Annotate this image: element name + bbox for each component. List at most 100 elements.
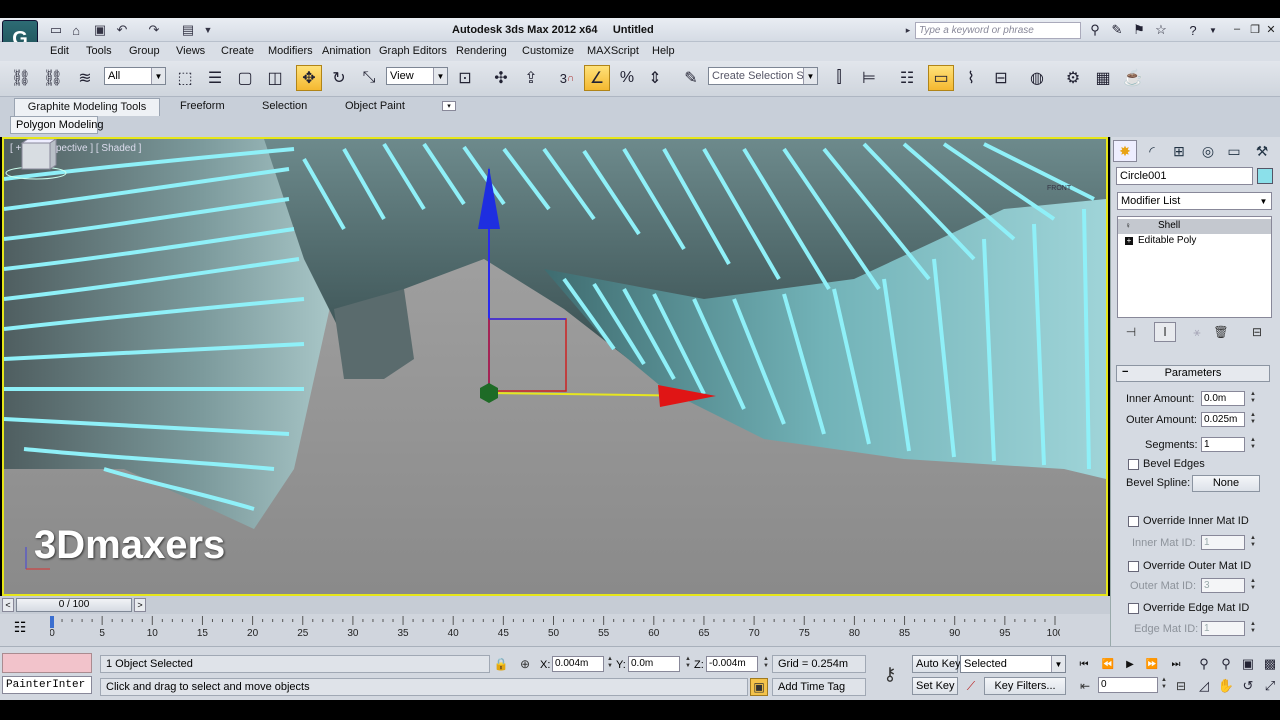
binoculars-icon[interactable]: ⚲ bbox=[1086, 21, 1104, 39]
key-mode-dropdown[interactable]: Selected ▼ bbox=[960, 655, 1066, 673]
add-time-tag-button[interactable]: Add Time Tag bbox=[772, 678, 866, 696]
lock-selection-icon[interactable]: 🔒 bbox=[492, 655, 510, 673]
render-setup-icon[interactable]: ⚙ bbox=[1060, 65, 1086, 91]
ribbon-options-icon[interactable]: ▾ bbox=[442, 101, 456, 111]
percent-snap-icon[interactable]: % bbox=[614, 65, 640, 91]
curve-editor-icon[interactable]: ⌇ bbox=[958, 65, 984, 91]
favorites-icon[interactable]: ⚑ bbox=[1130, 21, 1148, 39]
selection-filter-dropdown[interactable]: All ▼ bbox=[104, 67, 166, 85]
orbit-icon[interactable]: ↺ bbox=[1238, 676, 1258, 696]
maximize-viewport-icon[interactable]: ⤢ bbox=[1260, 676, 1280, 696]
rectangular-selection-icon[interactable]: ▢ bbox=[232, 65, 258, 91]
make-unique-icon[interactable]: ⚹ bbox=[1186, 322, 1208, 342]
ribbon-panel-polygon-modeling[interactable]: Polygon Modeling bbox=[10, 116, 103, 134]
infocenter-search-input[interactable]: Type a keyword or phrase bbox=[915, 22, 1081, 39]
rendered-frame-window-icon[interactable]: ▦ bbox=[1090, 65, 1116, 91]
object-color-swatch[interactable] bbox=[1257, 168, 1273, 184]
select-and-move-icon[interactable]: ✥ bbox=[296, 65, 322, 91]
x-coordinate-field[interactable]: 0.004m bbox=[552, 656, 604, 672]
quick-access-dropdown-icon[interactable]: ▼ bbox=[200, 22, 216, 38]
override-outer-mat-id-checkbox[interactable] bbox=[1128, 561, 1139, 572]
search-expand-icon[interactable]: ▸ bbox=[900, 22, 916, 38]
select-object-icon[interactable]: ⬚ bbox=[172, 65, 198, 91]
motion-tab-icon[interactable]: ◎ bbox=[1196, 140, 1220, 162]
time-tag-icon[interactable]: ▣ bbox=[750, 678, 768, 696]
spinner-arrows-icon[interactable]: ▲ ▼ bbox=[1249, 391, 1257, 406]
perspective-viewport[interactable]: [ + ] [ Perspective ] [ Shaded ] 3Dmaxer… bbox=[2, 137, 1108, 596]
select-and-rotate-icon[interactable]: ↻ bbox=[326, 65, 352, 91]
z-coordinate-field[interactable]: -0.004m bbox=[706, 656, 758, 672]
spinner-arrows-icon[interactable]: ▲ ▼ bbox=[1249, 621, 1257, 636]
previous-frame-arrow-icon[interactable]: < bbox=[2, 598, 14, 612]
tab-graphite-modeling-tools[interactable]: Graphite Modeling Tools bbox=[14, 98, 160, 116]
y-coordinate-field[interactable]: 0.0m bbox=[628, 656, 680, 672]
bind-to-space-warp-icon[interactable]: ≋ bbox=[72, 65, 98, 91]
tab-object-paint[interactable]: Object Paint bbox=[345, 98, 405, 116]
current-frame-marker[interactable] bbox=[50, 616, 54, 628]
outer-mat-id-spinner[interactable]: 3 bbox=[1201, 578, 1245, 593]
time-slider-thumb[interactable]: 0 / 100 bbox=[16, 598, 132, 612]
minimize-icon[interactable]: ‒ bbox=[1230, 22, 1244, 36]
schematic-view-icon[interactable]: ⊟ bbox=[988, 65, 1014, 91]
modifier-list-dropdown[interactable]: Modifier List ▼ bbox=[1117, 192, 1272, 210]
menu-rendering[interactable]: Rendering bbox=[456, 45, 507, 57]
save-icon[interactable]: ▣ bbox=[92, 22, 108, 38]
remove-modifier-icon[interactable]: 🗑 bbox=[1210, 322, 1232, 342]
spinner-arrows-icon[interactable]: ▲ ▼ bbox=[684, 656, 692, 671]
next-frame-arrow-icon[interactable]: > bbox=[134, 598, 146, 612]
bevel-spline-pick-button[interactable]: None bbox=[1192, 475, 1260, 492]
zoom-all-icon[interactable]: ⚲ bbox=[1216, 654, 1236, 674]
menu-create[interactable]: Create bbox=[221, 45, 254, 57]
show-end-result-icon[interactable]: Ⅰ bbox=[1154, 322, 1176, 342]
unlink-selection-icon[interactable]: ⛓ bbox=[40, 65, 66, 91]
key-filters-button[interactable]: Key Filters... bbox=[984, 677, 1066, 695]
select-and-manipulate-icon[interactable]: ✣ bbox=[488, 65, 514, 91]
select-and-link-icon[interactable]: ⛓ bbox=[8, 65, 34, 91]
spinner-arrows-icon[interactable]: ▲ ▼ bbox=[762, 656, 770, 671]
select-by-name-icon[interactable]: ☰ bbox=[202, 65, 228, 91]
tab-selection[interactable]: Selection bbox=[262, 98, 307, 116]
menu-modifiers[interactable]: Modifiers bbox=[268, 45, 313, 57]
material-editor-icon[interactable]: ◍ bbox=[1024, 65, 1050, 91]
next-key-icon[interactable]: ⏩ bbox=[1142, 656, 1162, 672]
snaps-toggle-button[interactable]: 3 ∩ bbox=[554, 65, 580, 91]
tab-freeform[interactable]: Freeform bbox=[180, 98, 225, 116]
field-of-view-icon[interactable]: ◿ bbox=[1194, 676, 1214, 696]
pan-hand-icon[interactable]: ✋ bbox=[1216, 676, 1236, 696]
open-icon[interactable]: ⌂ bbox=[68, 22, 84, 38]
spinner-arrows-icon[interactable]: ▲ ▼ bbox=[1249, 437, 1257, 452]
parameters-rollout-header[interactable]: − Parameters bbox=[1116, 365, 1270, 382]
create-tab-icon[interactable]: ✸ bbox=[1113, 140, 1137, 162]
inner-mat-id-spinner[interactable]: 1 bbox=[1201, 535, 1245, 550]
absolute-mode-icon[interactable]: ⊕ bbox=[516, 655, 534, 673]
edge-mat-id-spinner[interactable]: 1 bbox=[1201, 621, 1245, 636]
menu-help[interactable]: Help bbox=[652, 45, 675, 57]
go-to-start-icon[interactable]: ⏮ bbox=[1074, 656, 1094, 672]
menu-tools[interactable]: Tools bbox=[86, 45, 112, 57]
lightbulb-icon[interactable]: ♀ bbox=[1125, 222, 1133, 230]
help-icon[interactable]: ? bbox=[1184, 21, 1202, 39]
bevel-edges-checkbox[interactable] bbox=[1128, 459, 1139, 470]
maxscript-mini-listener[interactable]: PainterInter bbox=[2, 676, 92, 694]
viewcube[interactable] bbox=[4, 139, 68, 181]
zoom-extents-icon[interactable]: ▣ bbox=[1238, 654, 1258, 674]
outer-amount-spinner[interactable]: 0.025m bbox=[1201, 412, 1245, 427]
key-mode-toggle-icon[interactable]: ⇤ bbox=[1076, 677, 1094, 695]
close-icon[interactable]: ✕ bbox=[1264, 22, 1278, 36]
configure-modifier-sets-icon[interactable]: ⊟ bbox=[1246, 322, 1268, 342]
edit-named-selection-icon[interactable]: ✎ bbox=[678, 65, 704, 91]
menu-animation[interactable]: Animation bbox=[322, 45, 371, 57]
override-edge-mat-id-checkbox[interactable] bbox=[1128, 603, 1139, 614]
current-frame-field[interactable]: 0 bbox=[1098, 677, 1158, 693]
set-key-button[interactable]: Set Key bbox=[912, 677, 958, 695]
spinner-arrows-icon[interactable]: ▲ ▼ bbox=[1249, 535, 1257, 550]
hierarchy-tab-icon[interactable]: ⊞ bbox=[1167, 140, 1191, 162]
expand-plus-icon[interactable]: + bbox=[1125, 237, 1133, 245]
auto-key-button[interactable]: Auto Key bbox=[912, 655, 961, 673]
zoom-icon[interactable]: ⚲ bbox=[1194, 654, 1214, 674]
go-to-end-icon[interactable]: ⏭ bbox=[1166, 656, 1186, 672]
override-inner-mat-id-checkbox[interactable] bbox=[1128, 516, 1139, 527]
align-icon[interactable]: ⊨ bbox=[856, 65, 882, 91]
spinner-arrows-icon[interactable]: ▲ ▼ bbox=[1249, 578, 1257, 593]
menu-customize[interactable]: Customize bbox=[522, 45, 574, 57]
